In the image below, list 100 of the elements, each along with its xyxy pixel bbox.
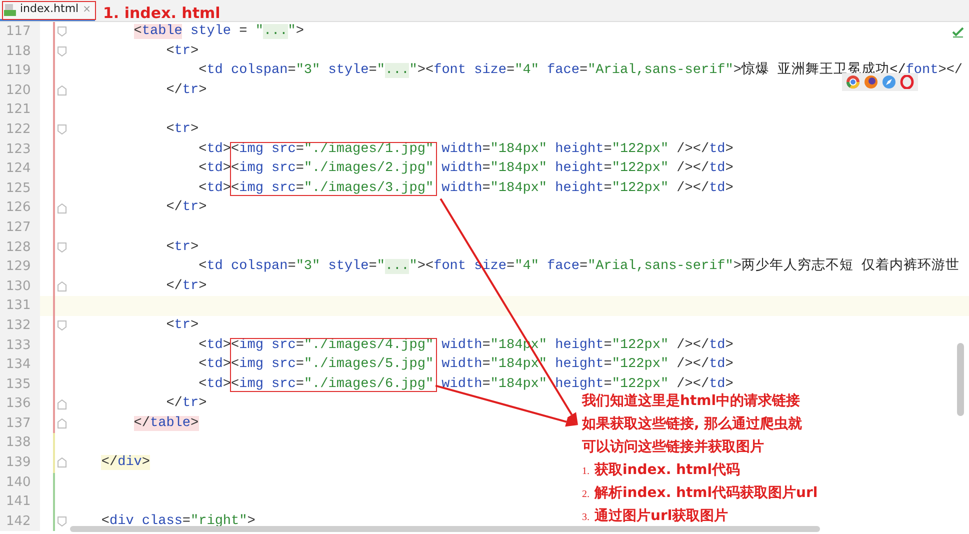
code-text: > (733, 259, 742, 274)
code-text: "122px" (612, 161, 669, 176)
line-number: 134 (0, 355, 40, 375)
step-number: 3. (582, 511, 590, 525)
code-text: "122px" (612, 376, 669, 392)
code-text: height (554, 376, 604, 392)
fold-icon[interactable] (57, 281, 67, 292)
browser-icon[interactable] (900, 75, 914, 89)
line-number: 133 (0, 336, 40, 356)
annotation-text: 可以访问这些链接并获取图片 (582, 438, 764, 456)
file-tab[interactable]: index.html × (0, 0, 95, 21)
code-text: /></ (676, 338, 710, 352)
code-text: = (506, 63, 515, 78)
code-text: > (222, 180, 232, 196)
fold-icon[interactable] (57, 516, 67, 528)
code-text: td (709, 161, 726, 176)
folded-text[interactable]: ... (263, 24, 288, 39)
code-text: width (440, 376, 482, 392)
code-text: height (554, 142, 604, 157)
code-text: img (239, 357, 264, 372)
code-text: "4" (514, 63, 539, 78)
code-text: font (434, 259, 466, 274)
code-text: </ (166, 396, 182, 412)
fold-icon[interactable] (57, 85, 67, 96)
code-text: " (288, 24, 296, 39)
annotation-step: 获取index. html代码 (594, 461, 740, 479)
code-text: img (239, 180, 264, 196)
code-text: = (288, 259, 296, 274)
code-text: colspan (230, 259, 288, 274)
code-text: height (554, 338, 604, 352)
code-text: < (231, 338, 240, 352)
line-number: 140 (0, 472, 40, 492)
code-text: </ (166, 278, 182, 294)
code-text: < (231, 357, 240, 372)
check-icon (952, 26, 964, 38)
fold-icon[interactable] (57, 320, 67, 332)
file-icon (4, 4, 16, 16)
code-text: < (198, 338, 207, 352)
code-text: < (198, 357, 207, 372)
code-text: /></ (676, 142, 710, 157)
folded-text[interactable]: ... (384, 63, 410, 78)
fold-icon[interactable] (57, 46, 67, 57)
fold-icon[interactable] (57, 418, 67, 430)
code-text: = (579, 259, 588, 274)
code-text: td (206, 161, 223, 176)
browser-icon[interactable] (882, 75, 896, 89)
fold-icon[interactable] (57, 202, 67, 214)
code-text: > (190, 44, 199, 59)
folded-text[interactable]: ... (384, 259, 410, 274)
code-text: div (110, 514, 134, 529)
code-text: < (198, 142, 207, 157)
fold-icon[interactable] (57, 124, 67, 136)
code-text: = (296, 161, 304, 176)
line-number: 131 (0, 296, 40, 316)
code-text: "Arial,sans-serif" (588, 63, 734, 78)
line-number: 121 (0, 100, 40, 120)
code-text: </ (134, 416, 150, 431)
fold-icon[interactable] (57, 242, 67, 253)
code-text: tr (174, 240, 190, 255)
code-text: > (190, 122, 199, 137)
code-text: td (206, 338, 223, 352)
line-number: 127 (0, 218, 40, 238)
fold-icon[interactable] (57, 457, 67, 468)
code-text: td (709, 142, 726, 157)
close-icon[interactable]: × (82, 2, 91, 17)
code-text: td (206, 376, 223, 392)
code-text: table (150, 416, 191, 431)
code-text: = (296, 338, 304, 352)
code-text: > (198, 278, 207, 294)
code-text: face (546, 259, 580, 274)
line-number: 123 (0, 140, 40, 160)
code-text: " (409, 63, 418, 78)
scrollbar-thumb[interactable] (957, 343, 964, 416)
code-text: tr (182, 278, 199, 294)
code-text: tr (182, 396, 199, 412)
code-text: > (222, 338, 232, 352)
code-text: font (906, 63, 938, 78)
code-text: "Arial,sans-serif" (588, 259, 734, 274)
code-text: = (604, 338, 612, 352)
code-text: >< (417, 259, 434, 274)
line-number: 129 (0, 257, 40, 277)
code-text: tr (174, 318, 190, 333)
code-text: "184px" (490, 142, 548, 157)
code-text: > (198, 82, 207, 98)
code-text: < (231, 142, 240, 157)
code-text: "122px" (612, 338, 669, 352)
fold-icon[interactable] (57, 26, 67, 38)
fold-icon[interactable] (57, 398, 67, 410)
line-number: 136 (0, 394, 40, 414)
code-text: "122px" (612, 180, 669, 196)
code-text: "right" (190, 514, 248, 529)
code-text: "3" (296, 63, 320, 78)
browser-icon[interactable] (846, 75, 860, 89)
browser-icon[interactable] (864, 75, 878, 89)
line-number: 132 (0, 316, 40, 336)
code-text: = (579, 63, 588, 78)
code-text: "122px" (612, 357, 669, 372)
line-number: 130 (0, 276, 40, 296)
line-number: 137 (0, 414, 40, 434)
scrollbar-thumb[interactable] (70, 526, 820, 532)
